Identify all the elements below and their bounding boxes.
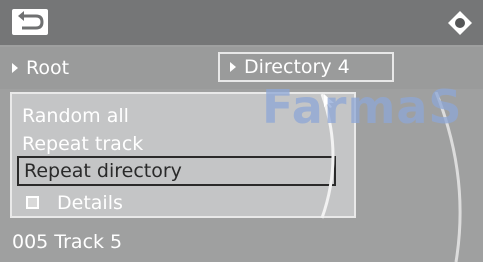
triangle-right-icon: [230, 61, 236, 72]
menu-item-label: Random all: [22, 105, 129, 127]
idrive-screen: Root Directory 4 Random all Repeat track…: [0, 0, 483, 262]
root-tab[interactable]: Root: [4, 53, 204, 83]
watermark: FarmaS: [262, 80, 463, 134]
menu-item-label: Details: [57, 192, 123, 214]
menu-item-random-all[interactable]: Random all: [22, 102, 129, 130]
back-arrow-icon[interactable]: [12, 9, 48, 35]
diamond-menu-icon[interactable]: [446, 9, 474, 37]
current-track: 005 Track 5: [12, 231, 123, 253]
root-label: Root: [26, 57, 70, 79]
menu-item-label: Repeat directory: [24, 160, 182, 182]
menu-item-details[interactable]: Details: [26, 189, 123, 217]
directory-tab[interactable]: Directory 4: [218, 52, 394, 82]
directory-label: Directory 4: [244, 56, 350, 78]
triangle-right-icon: [12, 62, 18, 73]
menu-item-repeat-directory[interactable]: Repeat directory: [17, 156, 336, 186]
menu-item-label: Repeat track: [22, 133, 144, 155]
top-bar: [0, 0, 483, 45]
menu-item-repeat-track[interactable]: Repeat track: [22, 130, 143, 158]
checkbox-icon: [26, 196, 39, 209]
